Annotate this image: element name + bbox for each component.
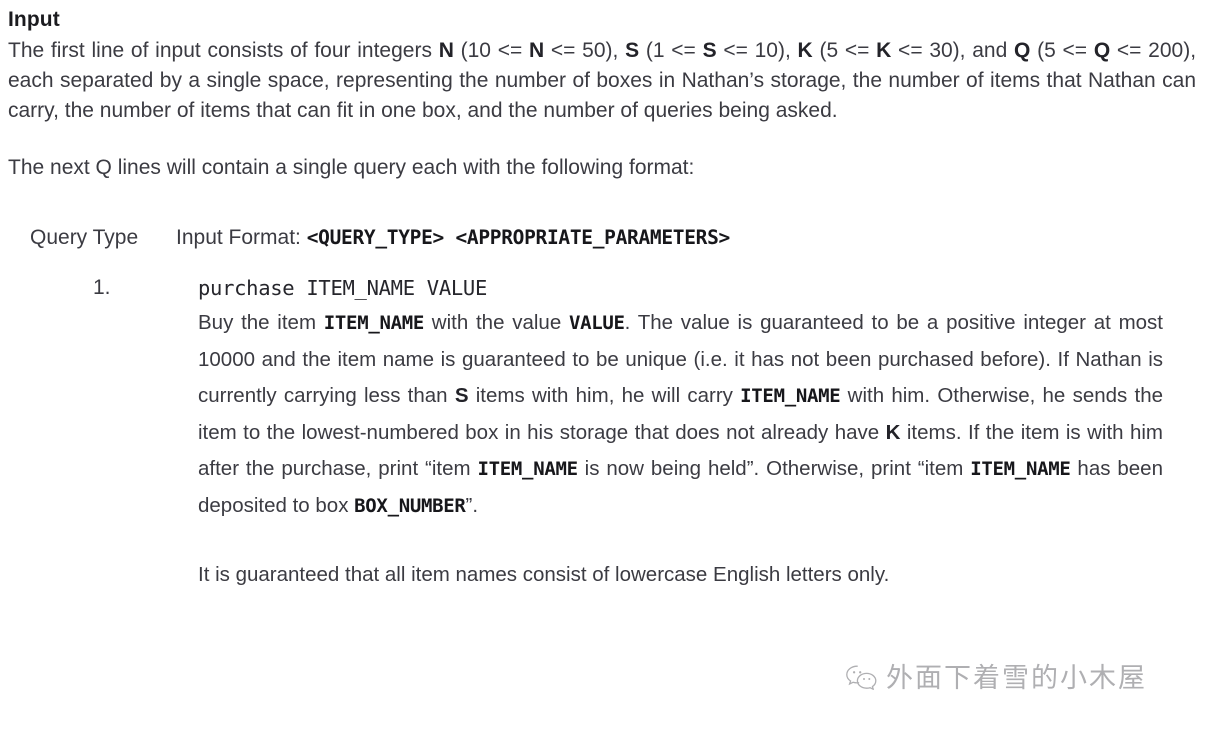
intro-paragraph: The first line of input consists of four… — [8, 36, 1196, 126]
code-token: BOX_NUMBER — [354, 494, 466, 517]
text-run: is now being held”. Otherwise, print “it… — [577, 457, 971, 480]
emphasis-text: S — [702, 39, 717, 62]
text-run: Buy the item — [198, 311, 324, 334]
emphasis-text: Q — [1014, 39, 1031, 62]
input-format-column-label: Input Format: <QUERY_TYPE> <APPROPRIATE_… — [176, 223, 1196, 253]
query-guarantee-note: It is guaranteed that all item names con… — [198, 563, 890, 586]
list-item-number: 1. — [93, 276, 111, 299]
query-signature: purchase ITEM_NAME VALUE — [198, 276, 488, 300]
code-token: ITEM_NAME — [477, 458, 579, 480]
emphasis-text: S — [625, 39, 640, 62]
paragraph-spacer-1 — [8, 126, 1196, 153]
text-run: The first line of input consists of four… — [8, 39, 439, 62]
emphasis-text: K — [797, 39, 813, 62]
code-token: ITEM_NAME — [323, 312, 425, 334]
text-run: <= 50), — [544, 39, 626, 62]
code-token: VALUE — [568, 312, 625, 334]
emphasis-text: S — [454, 384, 469, 407]
input-format-template: <QUERY_TYPE> <APPROPRIATE_PARAMETERS> — [306, 226, 731, 249]
wechat-icon — [845, 664, 879, 694]
emphasis-text: N — [438, 39, 454, 62]
list-item: 1. purchase ITEM_NAME VALUE Buy the item… — [8, 271, 1196, 614]
text-run: <= 30), and — [891, 39, 1015, 62]
watermark: 外面下着雪的小木屋 — [845, 664, 1147, 694]
text-run: ”. — [465, 493, 479, 517]
query-type-column-label: Query Type — [30, 226, 139, 249]
query-format-header: Query Type Input Format: <QUERY_TYPE> <A… — [8, 223, 1196, 253]
text-run: (5 <= — [1030, 39, 1094, 62]
paragraph-spacer-2 — [8, 183, 1196, 223]
code-token: ITEM_NAME — [740, 385, 841, 407]
emphasis-text: K — [876, 39, 892, 62]
list-item-body: purchase ITEM_NAME VALUE Buy the item IT… — [198, 271, 1163, 614]
emphasis-text: Q — [1093, 39, 1111, 62]
text-run: items with him, he will carry — [468, 384, 741, 407]
text-run: (5 <= — [812, 39, 877, 62]
text-run: with the value — [424, 311, 569, 334]
page-title: Input — [8, 8, 60, 31]
emphasis-text: K — [885, 420, 901, 444]
input-format-label: Input Format: — [176, 226, 307, 249]
emphasis-text: N — [528, 39, 545, 62]
text-run: (1 <= — [639, 39, 703, 62]
query-description: Buy the item ITEM_NAME with the value VA… — [198, 305, 1163, 524]
paragraph-spacer-3 — [8, 253, 1196, 271]
next-queries-paragraph: The next Q lines will contain a single q… — [8, 156, 695, 179]
text-run: (10 <= — [453, 39, 529, 62]
watermark-text: 外面下着雪的小木屋 — [886, 663, 1147, 694]
document-page: Input The first line of input consists o… — [0, 0, 1210, 742]
code-token: ITEM_NAME — [970, 458, 1071, 480]
text-run: <= 10), — [716, 39, 798, 62]
